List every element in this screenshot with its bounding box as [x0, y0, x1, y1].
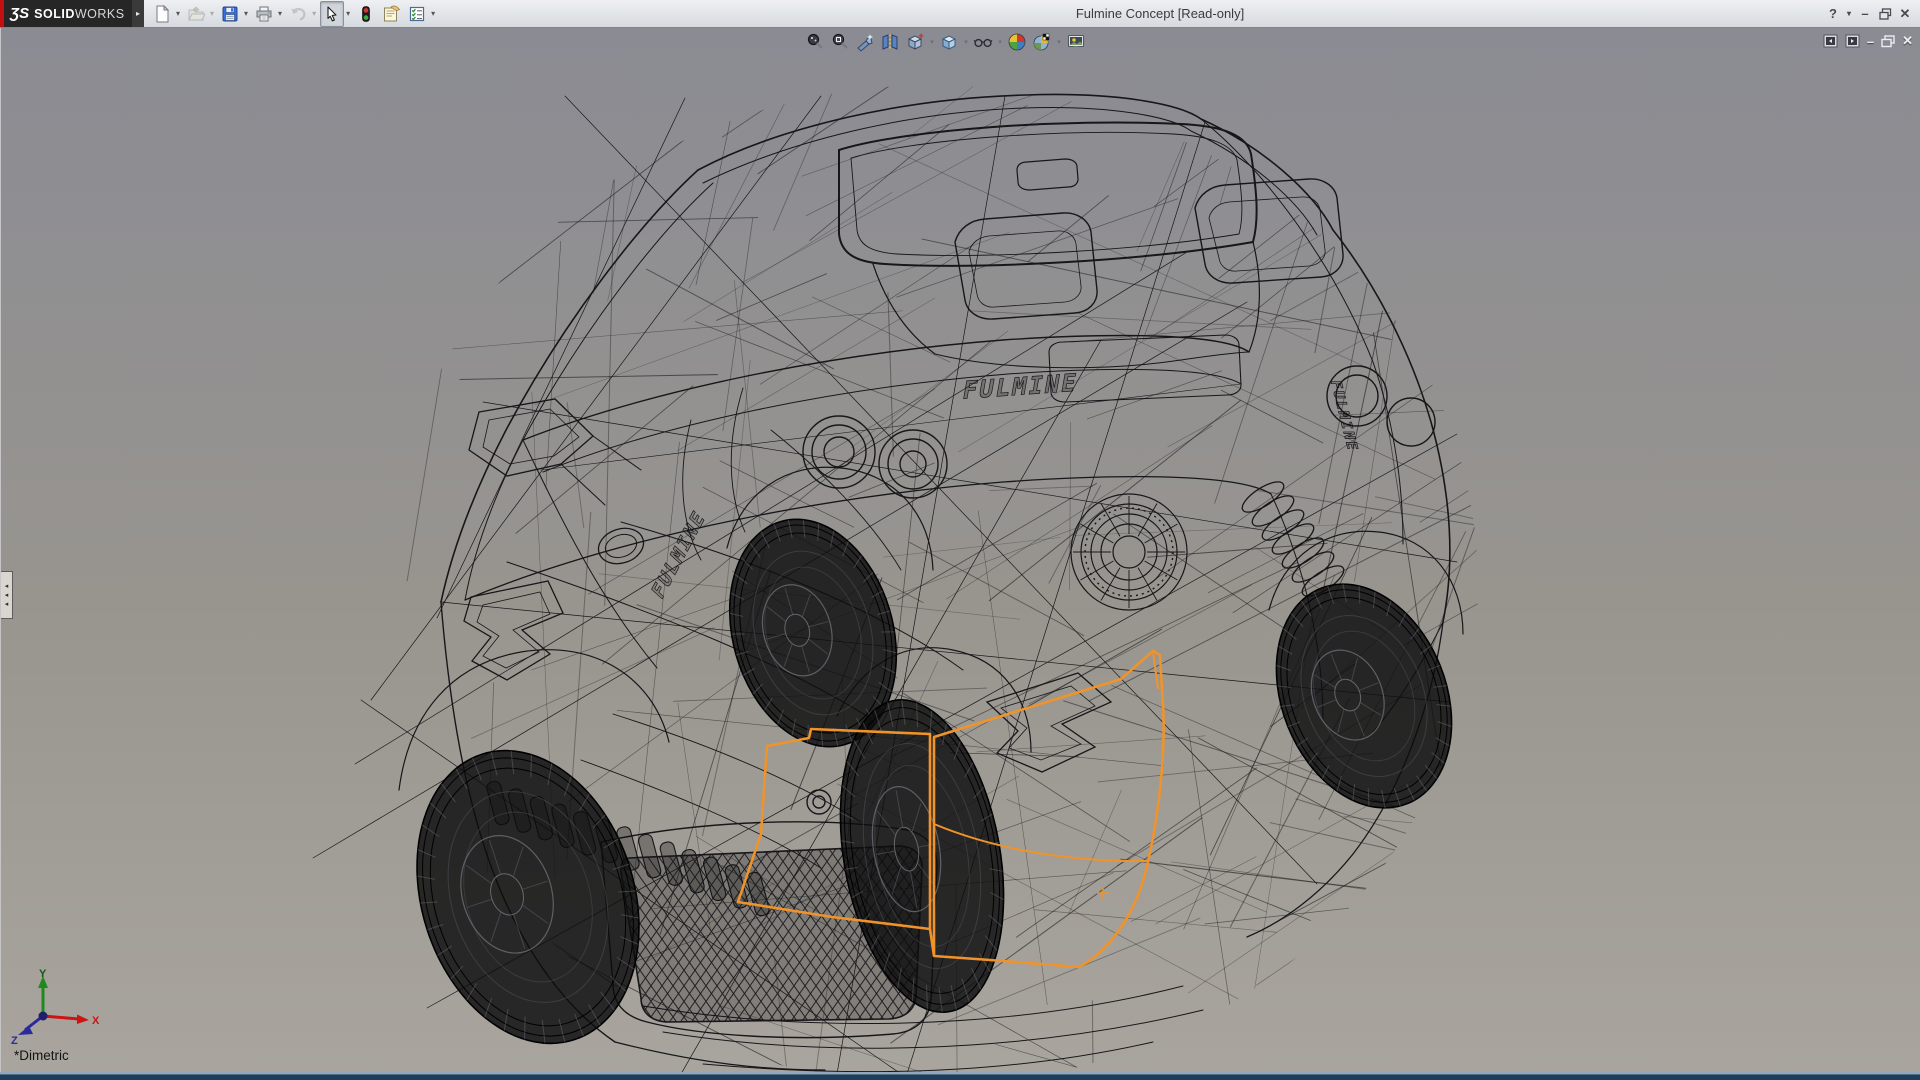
display-style-icon — [939, 32, 959, 52]
window-controls: ? ▾ – ✕ — [1824, 0, 1914, 27]
new-document-button[interactable] — [150, 1, 174, 27]
glasses-icon — [973, 32, 993, 52]
display-style-button[interactable] — [938, 31, 960, 53]
collapse-arrow-icon: ◂ — [5, 601, 9, 608]
file-properties-button[interactable] — [379, 1, 404, 27]
restore-icon — [1879, 8, 1892, 20]
hide-show-items-button[interactable] — [972, 31, 994, 53]
main-toolbar: ▾ ▾ ▾ — [150, 0, 438, 27]
previous-view-button[interactable] — [854, 31, 876, 53]
restore-button[interactable] — [1876, 4, 1894, 24]
zoom-to-fit-icon — [805, 32, 825, 52]
new-document-icon — [153, 5, 171, 23]
tile-right-icon — [1845, 34, 1860, 48]
logo-text-light: WORKS — [75, 7, 125, 21]
print-dropdown-arrow[interactable]: ▾ — [277, 9, 285, 18]
select-button[interactable] — [320, 1, 344, 27]
rebuild-traffic-light-icon — [357, 5, 375, 23]
graphics-viewport[interactable]: FULMINE FULMINE FULMINE — [0, 28, 1920, 1072]
toolbar-separator: ▾ — [1056, 31, 1062, 53]
open-icon — [187, 5, 205, 23]
toolbar-separator: ▾ — [997, 31, 1003, 53]
doc-restore-button[interactable] — [1881, 35, 1895, 48]
triad-z-label: Z — [11, 1035, 18, 1046]
solidworks-logo-glyph: ƷS — [10, 5, 29, 22]
edit-appearance-button[interactable] — [1006, 31, 1028, 53]
view-orientation-label: *Dimetric — [14, 1048, 69, 1063]
view-orientation-icon — [905, 32, 925, 52]
toolbar-separator: ▾ — [929, 31, 935, 53]
title-bar: ƷS SOLIDWORKS ▸ ▾ ▾ — [0, 0, 1920, 28]
options-dropdown-arrow[interactable]: ▾ — [430, 9, 438, 18]
help-dropdown-arrow[interactable]: ▾ — [1844, 4, 1854, 24]
logo-red-strip — [0, 0, 4, 27]
undo-icon — [289, 5, 307, 23]
document-window-controls: – ✕ — [1823, 33, 1913, 49]
previous-view-icon — [855, 32, 875, 52]
minimize-button[interactable]: – — [1856, 4, 1874, 24]
toolbar-separator: ▾ — [963, 31, 969, 53]
apply-scene-button[interactable] — [1031, 31, 1053, 53]
save-icon — [221, 5, 239, 23]
save-dropdown-arrow[interactable]: ▾ — [243, 9, 251, 18]
view-orientation-button[interactable] — [904, 31, 926, 53]
select-dropdown-arrow[interactable]: ▾ — [345, 9, 353, 18]
menu-expand-arrow[interactable]: ▸ — [132, 0, 144, 27]
select-cursor-icon — [323, 5, 341, 23]
options-button[interactable] — [405, 1, 429, 27]
appearance-ball-icon — [1007, 32, 1027, 52]
options-icon — [408, 5, 426, 23]
section-view-icon — [880, 32, 900, 52]
file-properties-icon — [382, 5, 401, 23]
print-icon — [255, 5, 273, 23]
help-button[interactable]: ? — [1824, 4, 1842, 24]
open-button[interactable] — [184, 1, 208, 27]
view-settings-button[interactable] — [1065, 31, 1087, 53]
close-button[interactable]: ✕ — [1896, 4, 1914, 24]
svg-text:FULMINE: FULMINE — [960, 368, 1080, 405]
doc-minimize-button[interactable]: – — [1867, 34, 1874, 49]
new-dropdown-arrow[interactable]: ▾ — [175, 9, 183, 18]
solidworks-logo: ƷS SOLIDWORKS — [0, 0, 132, 27]
collapse-arrow-icon: ◂ — [5, 592, 9, 599]
rebuild-button[interactable] — [354, 1, 378, 27]
doc-close-button[interactable]: ✕ — [1902, 33, 1913, 49]
tile-right-button[interactable] — [1845, 34, 1860, 48]
zoom-to-fit-button[interactable] — [804, 31, 826, 53]
zoom-to-area-button[interactable] — [829, 31, 851, 53]
heads-up-view-toolbar: ▾ ▾ ▾ — [804, 31, 1087, 53]
print-button[interactable] — [252, 1, 276, 27]
view-settings-icon — [1066, 32, 1086, 52]
tile-left-icon — [1823, 34, 1838, 48]
collapsed-panel-tab[interactable]: ◂ ◂ ◂ — [1, 571, 13, 619]
svg-text:FULMINE: FULMINE — [1327, 381, 1361, 452]
tile-left-button[interactable] — [1823, 34, 1838, 48]
collapse-arrow-icon: ◂ — [5, 583, 9, 590]
undo-dropdown-arrow[interactable]: ▾ — [311, 9, 319, 18]
save-button[interactable] — [218, 1, 242, 27]
doc-restore-icon — [1881, 35, 1895, 48]
logo-text-bold: SOLID — [34, 7, 75, 21]
section-view-button[interactable] — [879, 31, 901, 53]
triad-x-label: X — [92, 1015, 100, 1027]
orientation-triad: Y X Z — [5, 968, 105, 1046]
window-title: Fulmine Concept [Read-only] — [1076, 0, 1244, 27]
wireframe-car-model[interactable]: FULMINE FULMINE FULMINE — [1, 28, 1920, 1072]
apply-scene-icon — [1032, 32, 1052, 52]
triad-y-label: Y — [39, 968, 47, 980]
bottom-edge-bar — [0, 1072, 1920, 1080]
zoom-to-area-icon — [830, 32, 850, 52]
svg-text:FULMINE: FULMINE — [648, 505, 709, 604]
open-dropdown-arrow[interactable]: ▾ — [209, 9, 217, 18]
undo-button[interactable] — [286, 1, 310, 27]
